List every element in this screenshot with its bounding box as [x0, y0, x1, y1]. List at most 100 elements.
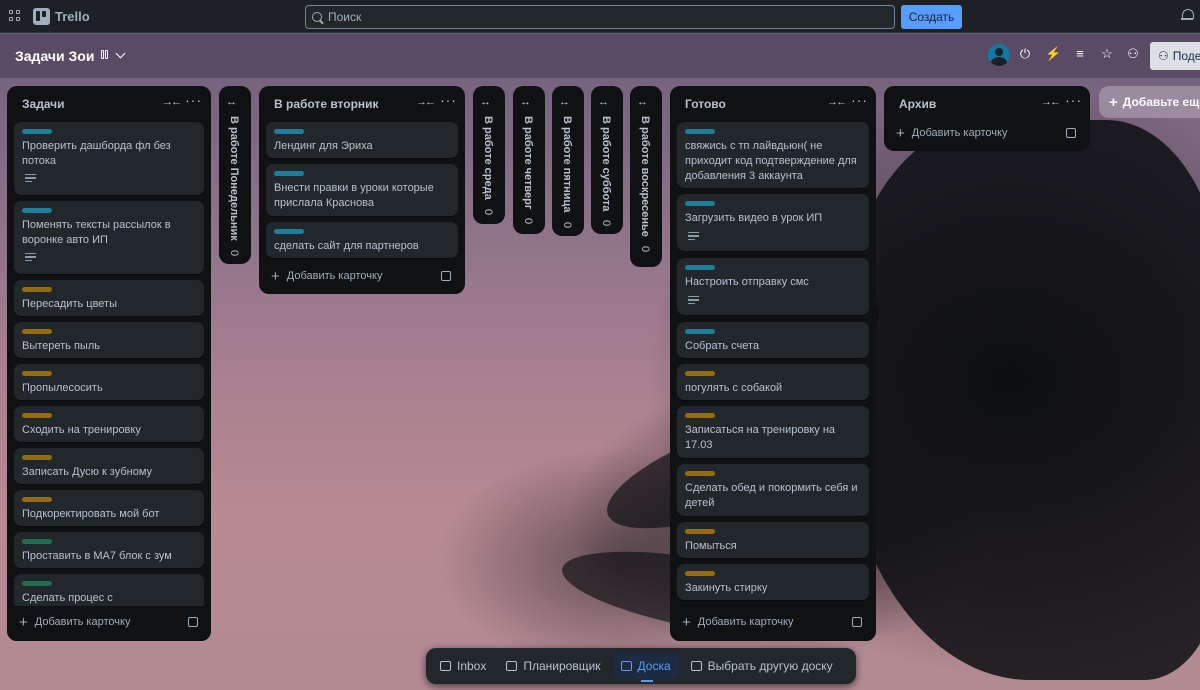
expand-icon[interactable]: ↔ [637, 96, 648, 108]
card[interactable]: Подкоректировать мой бот [14, 490, 204, 526]
card[interactable]: сделать сайт для партнеров [266, 222, 458, 258]
create-button[interactable]: Создать [901, 5, 962, 29]
card[interactable]: Лендинг для Эриха [266, 122, 458, 158]
card[interactable]: Помыться [677, 522, 869, 558]
card[interactable]: Пересадить цветы [14, 280, 204, 316]
collapsed-list-monday[interactable]: ↔ В работе Понедельник 0 [219, 86, 251, 264]
card[interactable]: Сходить на тренировку [14, 406, 204, 442]
card[interactable]: Проверить дашборда фл без потока [14, 122, 204, 195]
card-title: Вытереть пыль [22, 340, 100, 352]
card[interactable]: Загрузить видео в урок ИП [677, 194, 869, 251]
card-label [22, 497, 52, 502]
card[interactable]: Проставить в МА7 блок с зум [14, 532, 204, 568]
card-title: Проверить дашборда фл без потока [22, 140, 171, 167]
apps-grid-icon[interactable] [9, 10, 21, 22]
card-title: сделать сайт для партнеров [274, 240, 419, 252]
planner-tab[interactable]: Планировщик [498, 653, 608, 679]
people-icon[interactable]: ⚇ [1125, 46, 1141, 62]
list-title[interactable]: Архив [899, 97, 936, 111]
top-navigation-bar: Trello Поиск Создать [0, 0, 1200, 33]
board-title[interactable]: Задачи Зои [15, 48, 94, 64]
add-card-button[interactable]: + Добавить карточку [896, 126, 1007, 141]
more-icon[interactable]: ··· [851, 92, 868, 108]
collapsed-list-friday[interactable]: ↔ В работе пятница 0 [552, 86, 584, 236]
card[interactable]: Вытереть пыль [14, 322, 204, 358]
card[interactable]: Настроить отправку смс [677, 258, 869, 315]
card-label [22, 329, 52, 334]
card-label [22, 581, 52, 586]
card[interactable]: Собрать счета [677, 322, 869, 358]
collapsed-list-wednesday[interactable]: ↔ В работе среда 0 [473, 86, 505, 224]
chevron-down-icon[interactable] [115, 48, 126, 59]
collapse-icon[interactable]: →← [1041, 96, 1061, 108]
card[interactable]: Внести правки в уроки которые прислала К… [266, 164, 458, 216]
card[interactable]: Поменять тексты рассылок в воронке авто … [14, 201, 204, 274]
card-label [685, 329, 715, 334]
card-title: Сходить на тренировку [22, 424, 141, 436]
share-button[interactable]: ⚇ Поде [1150, 42, 1200, 70]
collapsed-list-title: В работе среда 0 [482, 116, 494, 215]
card[interactable]: свяжись с тп лайвдьюн( не приходит код п… [677, 122, 869, 188]
card-title: Собрать счета [685, 340, 760, 352]
card-template-icon[interactable] [188, 617, 198, 627]
list-title[interactable]: Готово [685, 97, 726, 111]
expand-icon[interactable]: ↔ [480, 96, 491, 108]
plug-icon[interactable]: ⏻ [1017, 46, 1033, 62]
background-palm [840, 120, 1200, 680]
card[interactable]: Пропылесосить [14, 364, 204, 400]
star-icon[interactable]: ☆ [1099, 46, 1115, 62]
trello-logo[interactable]: Trello [33, 8, 90, 25]
list-title[interactable]: Задачи [22, 97, 65, 111]
filter-icon[interactable]: ≡ [1072, 46, 1088, 62]
card[interactable]: Сделать процес с [14, 574, 204, 610]
card[interactable]: Записать Дусю к зубному [14, 448, 204, 484]
card-label [274, 171, 304, 176]
card[interactable]: Закинуть стирку [677, 564, 869, 600]
collapse-icon[interactable]: →← [162, 96, 182, 108]
avatar[interactable] [988, 44, 1010, 66]
switch-board-tab[interactable]: Выбрать другую доску [683, 653, 841, 679]
more-icon[interactable]: ··· [185, 92, 202, 108]
add-list-button[interactable]: + Добавьте еще [1099, 86, 1200, 118]
card[interactable]: Записаться на тренировку на 17.03 [677, 406, 869, 458]
expand-icon[interactable]: ↔ [559, 96, 570, 108]
expand-icon[interactable]: ↔ [226, 96, 237, 108]
search-input[interactable]: Поиск [305, 5, 895, 29]
more-icon[interactable]: ··· [1065, 92, 1082, 108]
expand-icon[interactable]: ↔ [598, 96, 609, 108]
add-card-button[interactable]: + Добавить карточку [19, 615, 130, 630]
more-icon[interactable]: ··· [440, 92, 457, 108]
board-tab[interactable]: Доска [612, 653, 679, 682]
card-label [22, 129, 52, 134]
board-view-icon[interactable] [101, 50, 108, 59]
collapse-icon[interactable]: →← [827, 96, 847, 108]
card-label [685, 529, 715, 534]
expand-icon[interactable]: ↔ [520, 96, 531, 108]
card[interactable]: Сделать обед и покормить себя и детей [677, 464, 869, 516]
add-card-button[interactable]: + Добавить карточку [271, 269, 383, 284]
bell-icon[interactable] [1181, 9, 1194, 22]
card-label [685, 371, 715, 376]
collapse-icon[interactable]: →← [416, 96, 436, 108]
add-card-label: Добавить карточку [286, 270, 383, 282]
collapsed-list-thursday[interactable]: ↔ В работе четверг 0 [513, 86, 545, 234]
inbox-label: Inbox [457, 659, 487, 673]
card-label [274, 129, 304, 134]
card-title: Проставить в МА7 блок с зум [22, 550, 172, 562]
card[interactable]: погулять с собакой [677, 364, 869, 400]
card-title: Сделать обед и покормить себя и детей [685, 482, 858, 509]
list-title[interactable]: В работе вторник [274, 97, 379, 111]
plus-icon: + [1109, 93, 1118, 111]
card-template-icon[interactable] [441, 271, 451, 281]
inbox-tab[interactable]: Inbox [432, 653, 494, 679]
collapsed-list-sunday[interactable]: ↔ В работе воскресенье 0 [630, 86, 662, 267]
card-template-icon[interactable] [852, 617, 862, 627]
card-template-icon[interactable] [1066, 128, 1076, 138]
description-icon [688, 232, 699, 241]
collapsed-list-saturday[interactable]: ↔ В работе суббота 0 [591, 86, 623, 234]
view-switcher: Inbox Планировщик Доска Выбрать другую д… [426, 648, 856, 684]
collapsed-list-title: В работе воскресенье 0 [639, 116, 651, 253]
card-label [685, 129, 715, 134]
lightning-icon[interactable]: ⚡ [1045, 46, 1061, 62]
add-card-button[interactable]: + Добавить карточку [682, 615, 793, 630]
